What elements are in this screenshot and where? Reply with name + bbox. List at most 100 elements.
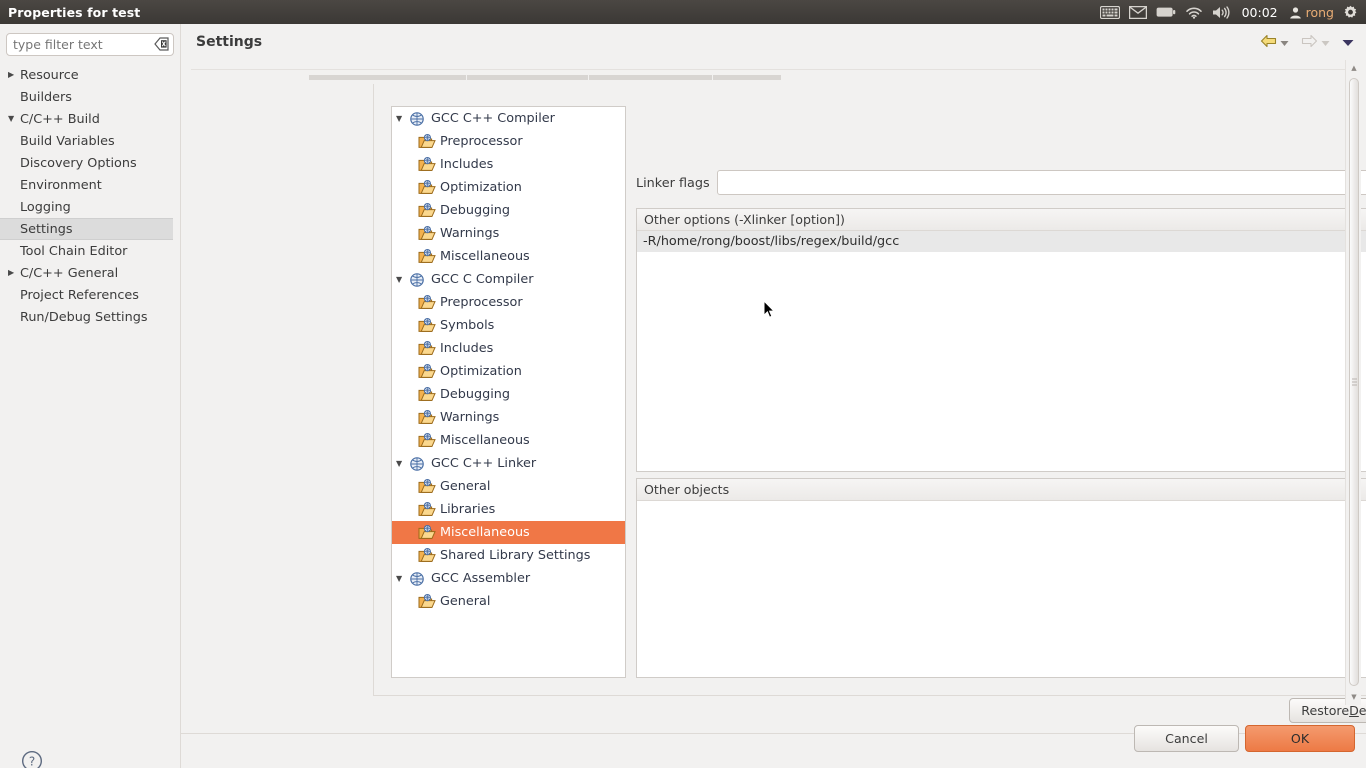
sidebar-item-label: C/C++ General — [20, 265, 119, 281]
chevron-down-icon[interactable]: ▼ — [396, 275, 409, 284]
sidebar-item-tool-chain-editor[interactable]: Tool Chain Editor — [0, 240, 181, 262]
chevron-right-icon[interactable]: ▶ — [8, 262, 20, 284]
option-folder-icon — [418, 478, 436, 495]
other-options-header: Other options (-Xlinker [option]) — [637, 209, 1366, 231]
tool-tree-option-row[interactable]: Optimization — [392, 360, 625, 383]
tool-tree-label: Preprocessor — [440, 295, 523, 310]
tool-tree-option-row[interactable]: General — [392, 475, 625, 498]
option-folder-icon — [418, 225, 436, 242]
cancel-button[interactable]: Cancel — [1134, 725, 1239, 752]
tool-tree-option-row[interactable]: Includes — [392, 337, 625, 360]
tool-tree-option-row[interactable]: Shared Library Settings — [392, 544, 625, 567]
history-navigation — [1260, 34, 1354, 51]
tab-segment[interactable] — [309, 75, 467, 80]
tool-tree-label: Debugging — [440, 387, 510, 402]
mail-icon[interactable] — [1128, 5, 1147, 19]
scroll-down-arrow-icon[interactable]: ▼ — [1347, 689, 1361, 705]
tool-tree-option-row[interactable]: Debugging — [392, 199, 625, 222]
tool-tree-option-row[interactable]: Miscellaneous — [392, 521, 625, 544]
sidebar-item-c-c-build[interactable]: ▼ C/C++ Build — [0, 108, 181, 130]
tool-tree-option-row[interactable]: Miscellaneous — [392, 429, 625, 452]
sidebar-item-label: Discovery Options — [20, 155, 137, 171]
sidebar-item-label: Logging — [20, 199, 71, 215]
tool-tree-option-row[interactable]: Miscellaneous — [392, 245, 625, 268]
tool-settings-tree[interactable]: ▼ GCC C++ Compiler Preprocessor Includes Opt… — [391, 106, 626, 678]
tool-tree-option-row[interactable]: Symbols — [392, 314, 625, 337]
properties-dialog: Properties for test 00:02 rong type filt… — [0, 0, 1366, 768]
chevron-down-icon[interactable]: ▼ — [396, 574, 409, 583]
tool-tree-option-row[interactable]: Libraries — [392, 498, 625, 521]
chevron-right-icon[interactable]: ▶ — [8, 64, 20, 86]
tool-tree-label: General — [440, 594, 491, 609]
sidebar-item-discovery-options[interactable]: Discovery Options — [0, 152, 181, 174]
tool-tree-tool-row[interactable]: ▼ GCC C++ Compiler — [392, 107, 625, 130]
tab-segment[interactable] — [467, 75, 589, 80]
tab-segments — [309, 75, 782, 80]
sidebar-item-run-debug-settings[interactable]: Run/Debug Settings — [0, 306, 181, 328]
system-tray: 00:02 rong — [1099, 0, 1362, 24]
sidebar-item-project-references[interactable]: Project References — [0, 284, 181, 306]
window-titlebar: Properties for test 00:02 rong — [0, 0, 1366, 24]
tool-tree-tool-row[interactable]: ▼ GCC C++ Linker — [392, 452, 625, 475]
user-menu[interactable]: rong — [1289, 5, 1334, 20]
scroll-up-arrow-icon[interactable]: ▲ — [1347, 60, 1361, 76]
tab-segment[interactable] — [713, 75, 782, 80]
battery-icon[interactable] — [1156, 6, 1176, 18]
volume-icon[interactable] — [1212, 5, 1231, 19]
sidebar-item-settings[interactable]: Settings — [0, 218, 173, 240]
other-objects-items[interactable] — [637, 501, 1366, 677]
tool-tree-option-row[interactable]: Preprocessor — [392, 291, 625, 314]
help-icon[interactable]: ? — [21, 750, 43, 768]
tool-tree-tool-row[interactable]: ▼ GCC Assembler — [392, 567, 625, 590]
clear-icon[interactable] — [154, 37, 169, 51]
other-options-title: Other options (-Xlinker [option]) — [644, 212, 845, 227]
ok-button[interactable]: OK — [1245, 725, 1355, 752]
tool-tree-label: Warnings — [440, 226, 500, 241]
sidebar-item-logging[interactable]: Logging — [0, 196, 181, 218]
option-folder-icon — [418, 248, 436, 265]
window-title: Properties for test — [8, 4, 141, 20]
tool-tree-label: Warnings — [440, 410, 500, 425]
option-folder-icon — [418, 501, 436, 518]
scrollbar-thumb[interactable] — [1349, 78, 1359, 686]
chevron-down-icon[interactable]: ▼ — [396, 459, 409, 468]
back-dropdown-icon[interactable] — [1280, 35, 1289, 50]
tool-tree-option-row[interactable]: Warnings — [392, 406, 625, 429]
tool-tree-option-row[interactable]: Includes — [392, 153, 625, 176]
settings-vertical-scrollbar[interactable]: ▲ ▼ — [1345, 60, 1361, 705]
chevron-down-icon[interactable]: ▼ — [396, 114, 409, 123]
linker-flags-input[interactable] — [717, 170, 1366, 195]
back-arrow-icon[interactable] — [1260, 34, 1277, 51]
tab-segment[interactable] — [589, 75, 713, 80]
sidebar-item-environment[interactable]: Environment — [0, 174, 181, 196]
restore-defaults-pre: Restore — [1301, 703, 1350, 718]
gear-icon[interactable] — [1343, 5, 1358, 20]
chevron-down-icon[interactable]: ▼ — [8, 108, 20, 130]
view-menu-icon[interactable] — [1342, 35, 1354, 50]
tool-tree-option-row[interactable]: Warnings — [392, 222, 625, 245]
option-folder-icon — [418, 432, 436, 449]
tool-icon — [409, 272, 427, 288]
option-folder-icon — [418, 386, 436, 403]
settings-pane: Settings ▼ GCC C++ Compiler Preprocessor… — [181, 24, 1366, 768]
tool-tree-option-row[interactable]: Debugging — [392, 383, 625, 406]
sidebar-item-resource[interactable]: ▶ Resource — [0, 64, 181, 86]
sidebar-item-label: Builders — [20, 89, 72, 105]
tool-tree-option-row[interactable]: Optimization — [392, 176, 625, 199]
tool-tree-option-row[interactable]: Preprocessor — [392, 130, 625, 153]
other-options-items[interactable]: -R/home/rong/boost/libs/regex/build/gcc — [637, 231, 1366, 471]
search-input[interactable] — [6, 33, 174, 56]
tool-tree-tool-row[interactable]: ▼ GCC C Compiler — [392, 268, 625, 291]
sidebar-item-c-c-general[interactable]: ▶ C/C++ General — [0, 262, 181, 284]
tool-tree-option-row[interactable]: General — [392, 590, 625, 613]
sidebar-item-build-variables[interactable]: Build Variables — [0, 130, 181, 152]
option-folder-icon — [418, 156, 436, 173]
tool-icon — [409, 111, 427, 127]
option-folder-icon — [418, 547, 436, 564]
option-folder-icon — [418, 133, 436, 150]
list-item[interactable]: -R/home/rong/boost/libs/regex/build/gcc — [637, 231, 1366, 252]
clock-label[interactable]: 00:02 — [1242, 5, 1278, 20]
wifi-icon[interactable] — [1185, 6, 1203, 19]
keyboard-icon[interactable] — [1099, 5, 1120, 19]
sidebar-item-builders[interactable]: Builders — [0, 86, 181, 108]
